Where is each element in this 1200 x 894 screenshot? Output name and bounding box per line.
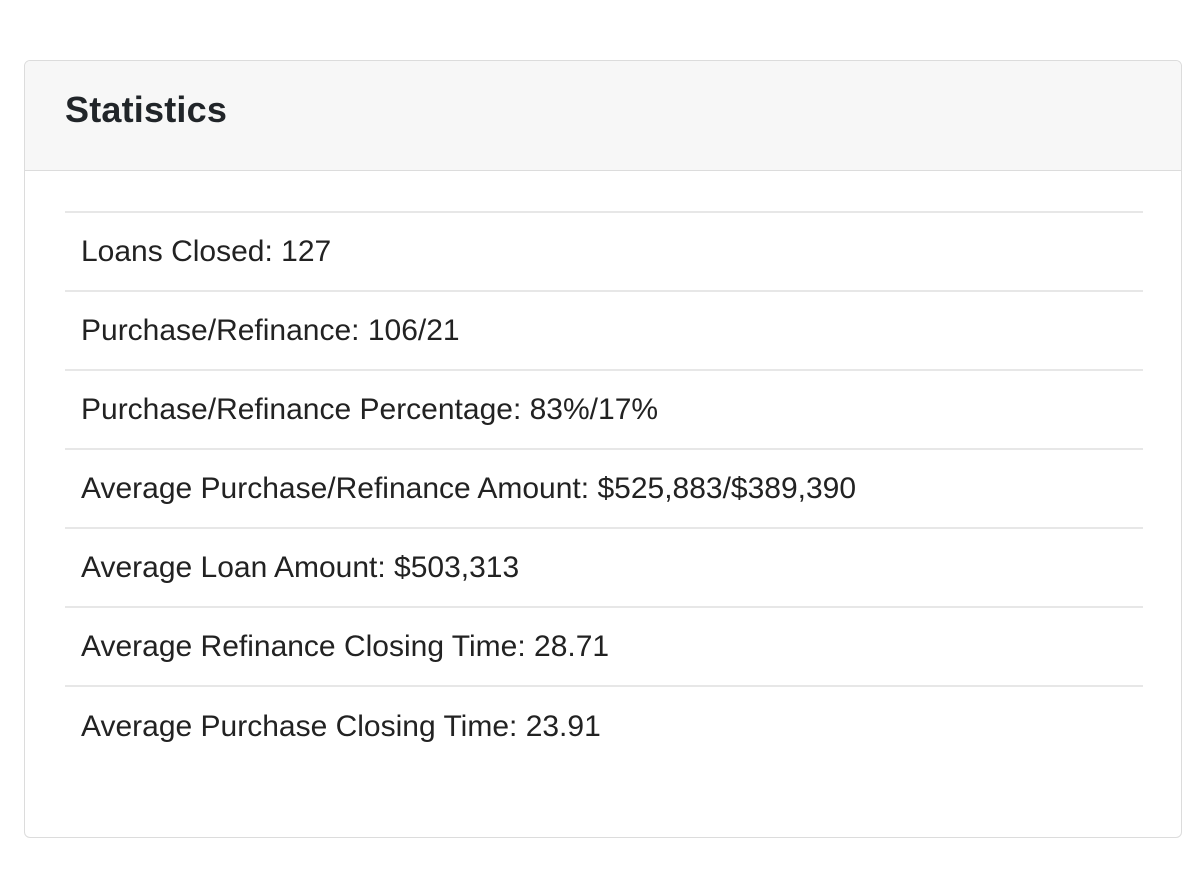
- statistics-card: Statistics Loans Closed: 127 Purchase/Re…: [24, 60, 1182, 838]
- stat-value: 127: [281, 234, 332, 268]
- stat-average-refinance-closing-time: Average Refinance Closing Time: 28.71: [65, 608, 1143, 687]
- card-title: Statistics: [65, 88, 228, 130]
- stat-label: Average Loan Amount:: [81, 550, 386, 584]
- stat-purchase-refinance: Purchase/Refinance: 106/21: [65, 292, 1143, 371]
- stat-average-loan-amount: Average Loan Amount: $503,313: [65, 529, 1143, 608]
- stat-value: 23.91: [525, 709, 601, 743]
- stat-average-purchase-closing-time: Average Purchase Closing Time: 23.91: [65, 687, 1143, 766]
- stat-purchase-refinance-percentage: Purchase/Refinance Percentage: 83%/17%: [65, 371, 1143, 450]
- stat-label: Loans Closed:: [81, 234, 273, 268]
- stat-loans-closed: Loans Closed: 127: [65, 213, 1143, 292]
- stat-label: Average Purchase Closing Time:: [81, 709, 518, 743]
- stat-label: Average Refinance Closing Time:: [81, 629, 526, 663]
- stat-label: Purchase/Refinance:: [81, 313, 360, 347]
- stat-value: 106/21: [367, 313, 460, 347]
- stats-list: Loans Closed: 127 Purchase/Refinance: 10…: [65, 211, 1143, 766]
- stat-value: $525,883/$389,390: [597, 471, 857, 505]
- stat-average-purchase-refinance-amount: Average Purchase/Refinance Amount: $525,…: [65, 450, 1143, 529]
- card-header: Statistics: [25, 61, 1181, 171]
- card-body: Loans Closed: 127 Purchase/Refinance: 10…: [65, 211, 1143, 766]
- stat-value: $503,313: [394, 550, 520, 584]
- stat-value: 28.71: [534, 629, 610, 663]
- stat-label: Purchase/Refinance Percentage:: [81, 392, 522, 426]
- stat-value: 83%/17%: [529, 392, 659, 426]
- stat-label: Average Purchase/Refinance Amount:: [81, 471, 590, 505]
